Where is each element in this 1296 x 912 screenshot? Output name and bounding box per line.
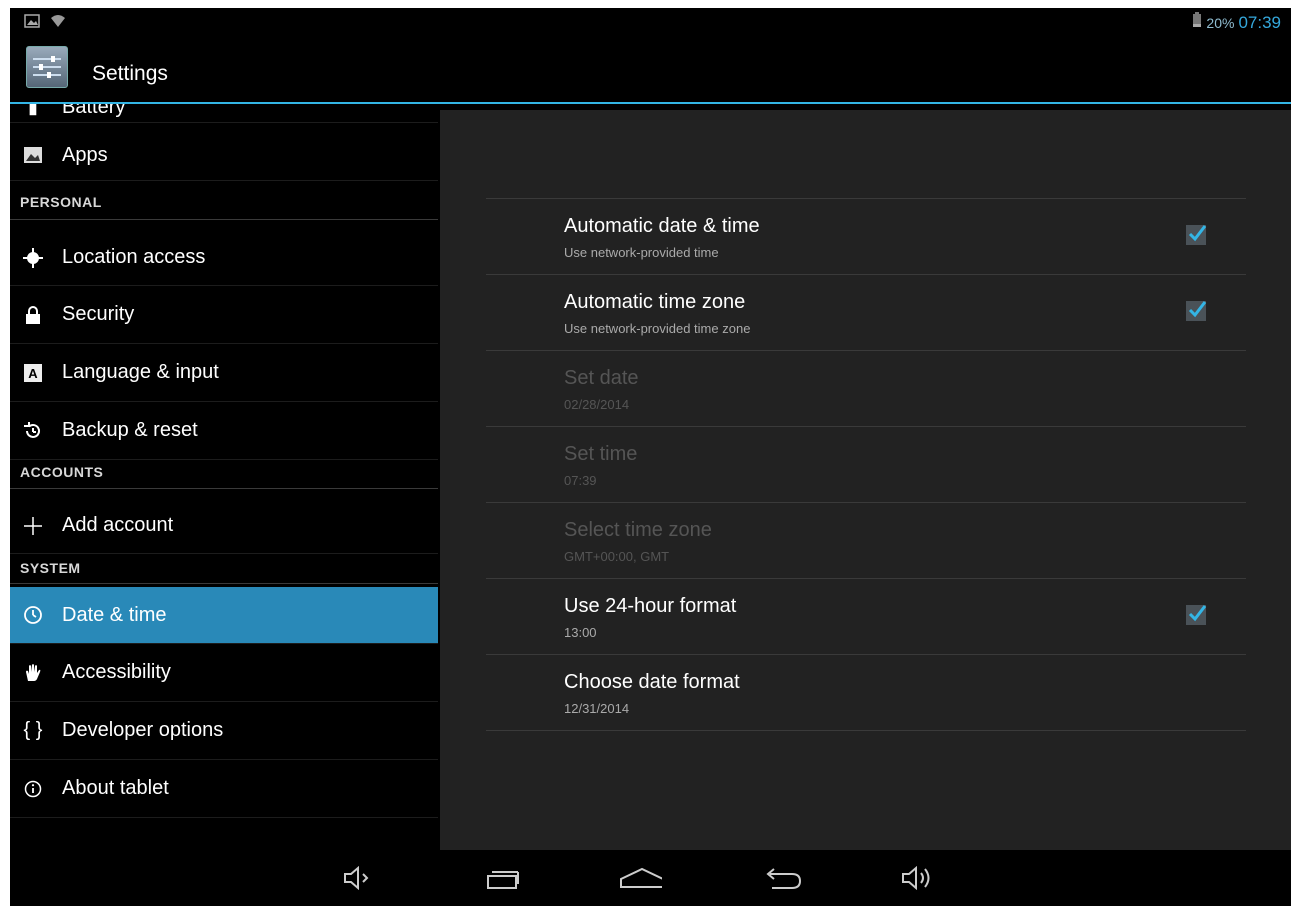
braces-icon: { } xyxy=(23,719,43,741)
battery-icon xyxy=(1192,12,1202,33)
recent-apps-icon[interactable] xyxy=(482,860,526,896)
sidebar-item-label: Add account xyxy=(62,514,174,536)
pref-title: Select time zone xyxy=(564,519,712,541)
pref-summary: 02/28/2014 xyxy=(564,397,630,412)
sidebar-item-label: Accessibility xyxy=(62,661,171,683)
battery-percent: 20% xyxy=(1206,14,1235,31)
navigation-bar xyxy=(10,850,1291,906)
sidebar-item-label: Location access xyxy=(62,246,206,268)
settings-app-icon[interactable] xyxy=(26,46,68,88)
sidebar-item-label: Date & time xyxy=(62,603,167,626)
date-time-settings-panel: Automatic date & time Use network-provid… xyxy=(440,110,1291,850)
wifi-icon xyxy=(50,14,66,33)
automatic-time-zone-checkbox[interactable] xyxy=(1186,301,1207,321)
info-icon xyxy=(20,776,46,802)
pref-title: Set time xyxy=(564,443,638,465)
plus-icon xyxy=(20,513,46,539)
sidebar-item-label: Backup & reset xyxy=(62,419,198,441)
volume-up-icon[interactable] xyxy=(896,860,940,896)
pref-title: Use 24-hour format xyxy=(564,595,737,617)
pref-automatic-date-time[interactable]: Automatic date & time Use network-provid… xyxy=(486,198,1246,274)
sidebar-item-location[interactable]: Location access xyxy=(10,230,438,286)
pref-summary: Use network-provided time xyxy=(564,245,719,260)
sidebar-item-apps[interactable]: Apps xyxy=(10,130,438,181)
pref-summary: Use network-provided time zone xyxy=(564,321,751,336)
pref-title: Automatic time zone xyxy=(564,291,746,313)
sidebar-item-security[interactable]: Security xyxy=(10,286,438,344)
app-title: Settings xyxy=(92,62,168,85)
svg-text:A: A xyxy=(28,366,38,381)
pref-select-time-zone[interactable]: Select time zone GMT+00:00, GMT xyxy=(486,502,1246,578)
sidebar-item-about[interactable]: About tablet xyxy=(10,760,438,818)
sidebar-item-label: Apps xyxy=(62,143,108,166)
section-header-system: SYSTEM xyxy=(20,560,81,576)
pref-choose-date-format[interactable]: Choose date format 12/31/2014 xyxy=(486,654,1246,731)
pref-title: Automatic date & time xyxy=(564,215,760,237)
section-header-accounts: ACCOUNTS xyxy=(20,464,104,480)
hand-icon xyxy=(20,660,46,686)
sidebar-item-language[interactable]: A Language & input xyxy=(10,344,438,402)
battery-icon: ▮ xyxy=(28,104,38,117)
section-divider xyxy=(10,488,438,489)
sidebar-item-developer[interactable]: { } Developer options xyxy=(10,702,438,760)
section-divider xyxy=(10,219,438,220)
pref-use-24-hour-format[interactable]: Use 24-hour format 13:00 xyxy=(486,578,1246,654)
settings-category-list[interactable]: ▮ Battery Apps PERSONAL Location access … xyxy=(10,104,438,850)
sidebar-item-label: Developer options xyxy=(62,719,224,741)
pref-summary: GMT+00:00, GMT xyxy=(564,549,670,564)
lock-icon xyxy=(20,302,46,328)
sidebar-item-accessibility[interactable]: Accessibility xyxy=(10,644,438,702)
sidebar-item-battery[interactable]: ▮ Battery xyxy=(10,104,438,123)
home-icon[interactable] xyxy=(618,860,662,896)
clock-icon xyxy=(20,602,46,628)
pref-title: Set date xyxy=(564,367,639,389)
pref-summary: 12/31/2014 xyxy=(564,701,630,716)
sidebar-item-date-time[interactable]: Date & time xyxy=(10,587,438,644)
sidebar-item-backup[interactable]: Backup & reset xyxy=(10,402,438,460)
picture-notification-icon xyxy=(24,14,40,33)
pref-title: Choose date format xyxy=(564,671,740,693)
action-bar: Settings xyxy=(10,42,1291,104)
sidebar-item-label: Language & input xyxy=(62,361,219,383)
tablet-screen: 20% 07:39 Settings ▮ Battery Apps PERSON… xyxy=(10,8,1291,906)
back-icon[interactable] xyxy=(760,860,804,896)
pref-summary: 07:39 xyxy=(564,473,597,488)
sidebar-item-add-account[interactable]: Add account xyxy=(10,498,438,554)
status-bar: 20% 07:39 xyxy=(10,8,1291,38)
clock: 07:39 xyxy=(1238,12,1281,32)
sidebar-item-label: Security xyxy=(62,303,135,325)
use-24-hour-format-checkbox[interactable] xyxy=(1186,605,1207,625)
sidebar-item-label: Battery xyxy=(62,104,126,118)
pref-set-time[interactable]: Set time 07:39 xyxy=(486,426,1246,502)
automatic-date-time-checkbox[interactable] xyxy=(1186,225,1207,245)
pref-set-date[interactable]: Set date 02/28/2014 xyxy=(486,350,1246,426)
pref-automatic-time-zone[interactable]: Automatic time zone Use network-provided… xyxy=(486,274,1246,350)
sidebar-item-label: About tablet xyxy=(62,777,169,799)
keyboard-a-icon: A xyxy=(20,360,46,386)
section-divider xyxy=(10,583,438,584)
location-icon xyxy=(20,245,46,271)
section-header-personal: PERSONAL xyxy=(20,194,102,210)
volume-down-icon[interactable] xyxy=(336,860,380,896)
apps-icon xyxy=(20,142,46,168)
pref-summary: 13:00 xyxy=(564,625,597,640)
restore-icon xyxy=(20,418,46,444)
